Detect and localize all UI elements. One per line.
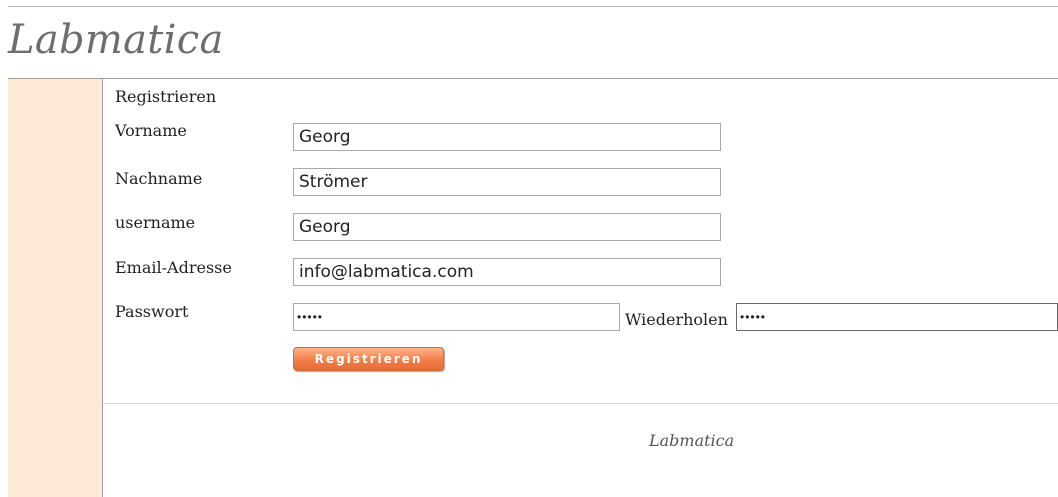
form-title: Registrieren: [115, 87, 217, 106]
first-name-input[interactable]: [293, 123, 721, 151]
sidebar: [8, 79, 103, 497]
footer-text: Labmatica: [649, 431, 735, 450]
main-content: Registrieren Vorname Nachname username E…: [103, 79, 1058, 497]
site-logo: Labmatica: [8, 17, 224, 63]
last-name-label: Nachname: [115, 169, 203, 188]
top-divider: [8, 6, 1058, 7]
repeat-password-label: Wiederholen: [625, 310, 728, 329]
footer-divider: [103, 403, 1058, 404]
email-input[interactable]: [293, 258, 721, 286]
password-label: Passwort: [115, 302, 189, 321]
username-label: username: [115, 213, 196, 232]
last-name-input[interactable]: [293, 168, 721, 196]
username-input[interactable]: [293, 213, 721, 241]
first-name-label: Vorname: [115, 121, 187, 140]
email-label: Email-Adresse: [115, 258, 232, 277]
password-input[interactable]: [293, 303, 620, 331]
repeat-password-input[interactable]: [736, 303, 1058, 331]
register-button[interactable]: Registrieren: [293, 347, 444, 371]
